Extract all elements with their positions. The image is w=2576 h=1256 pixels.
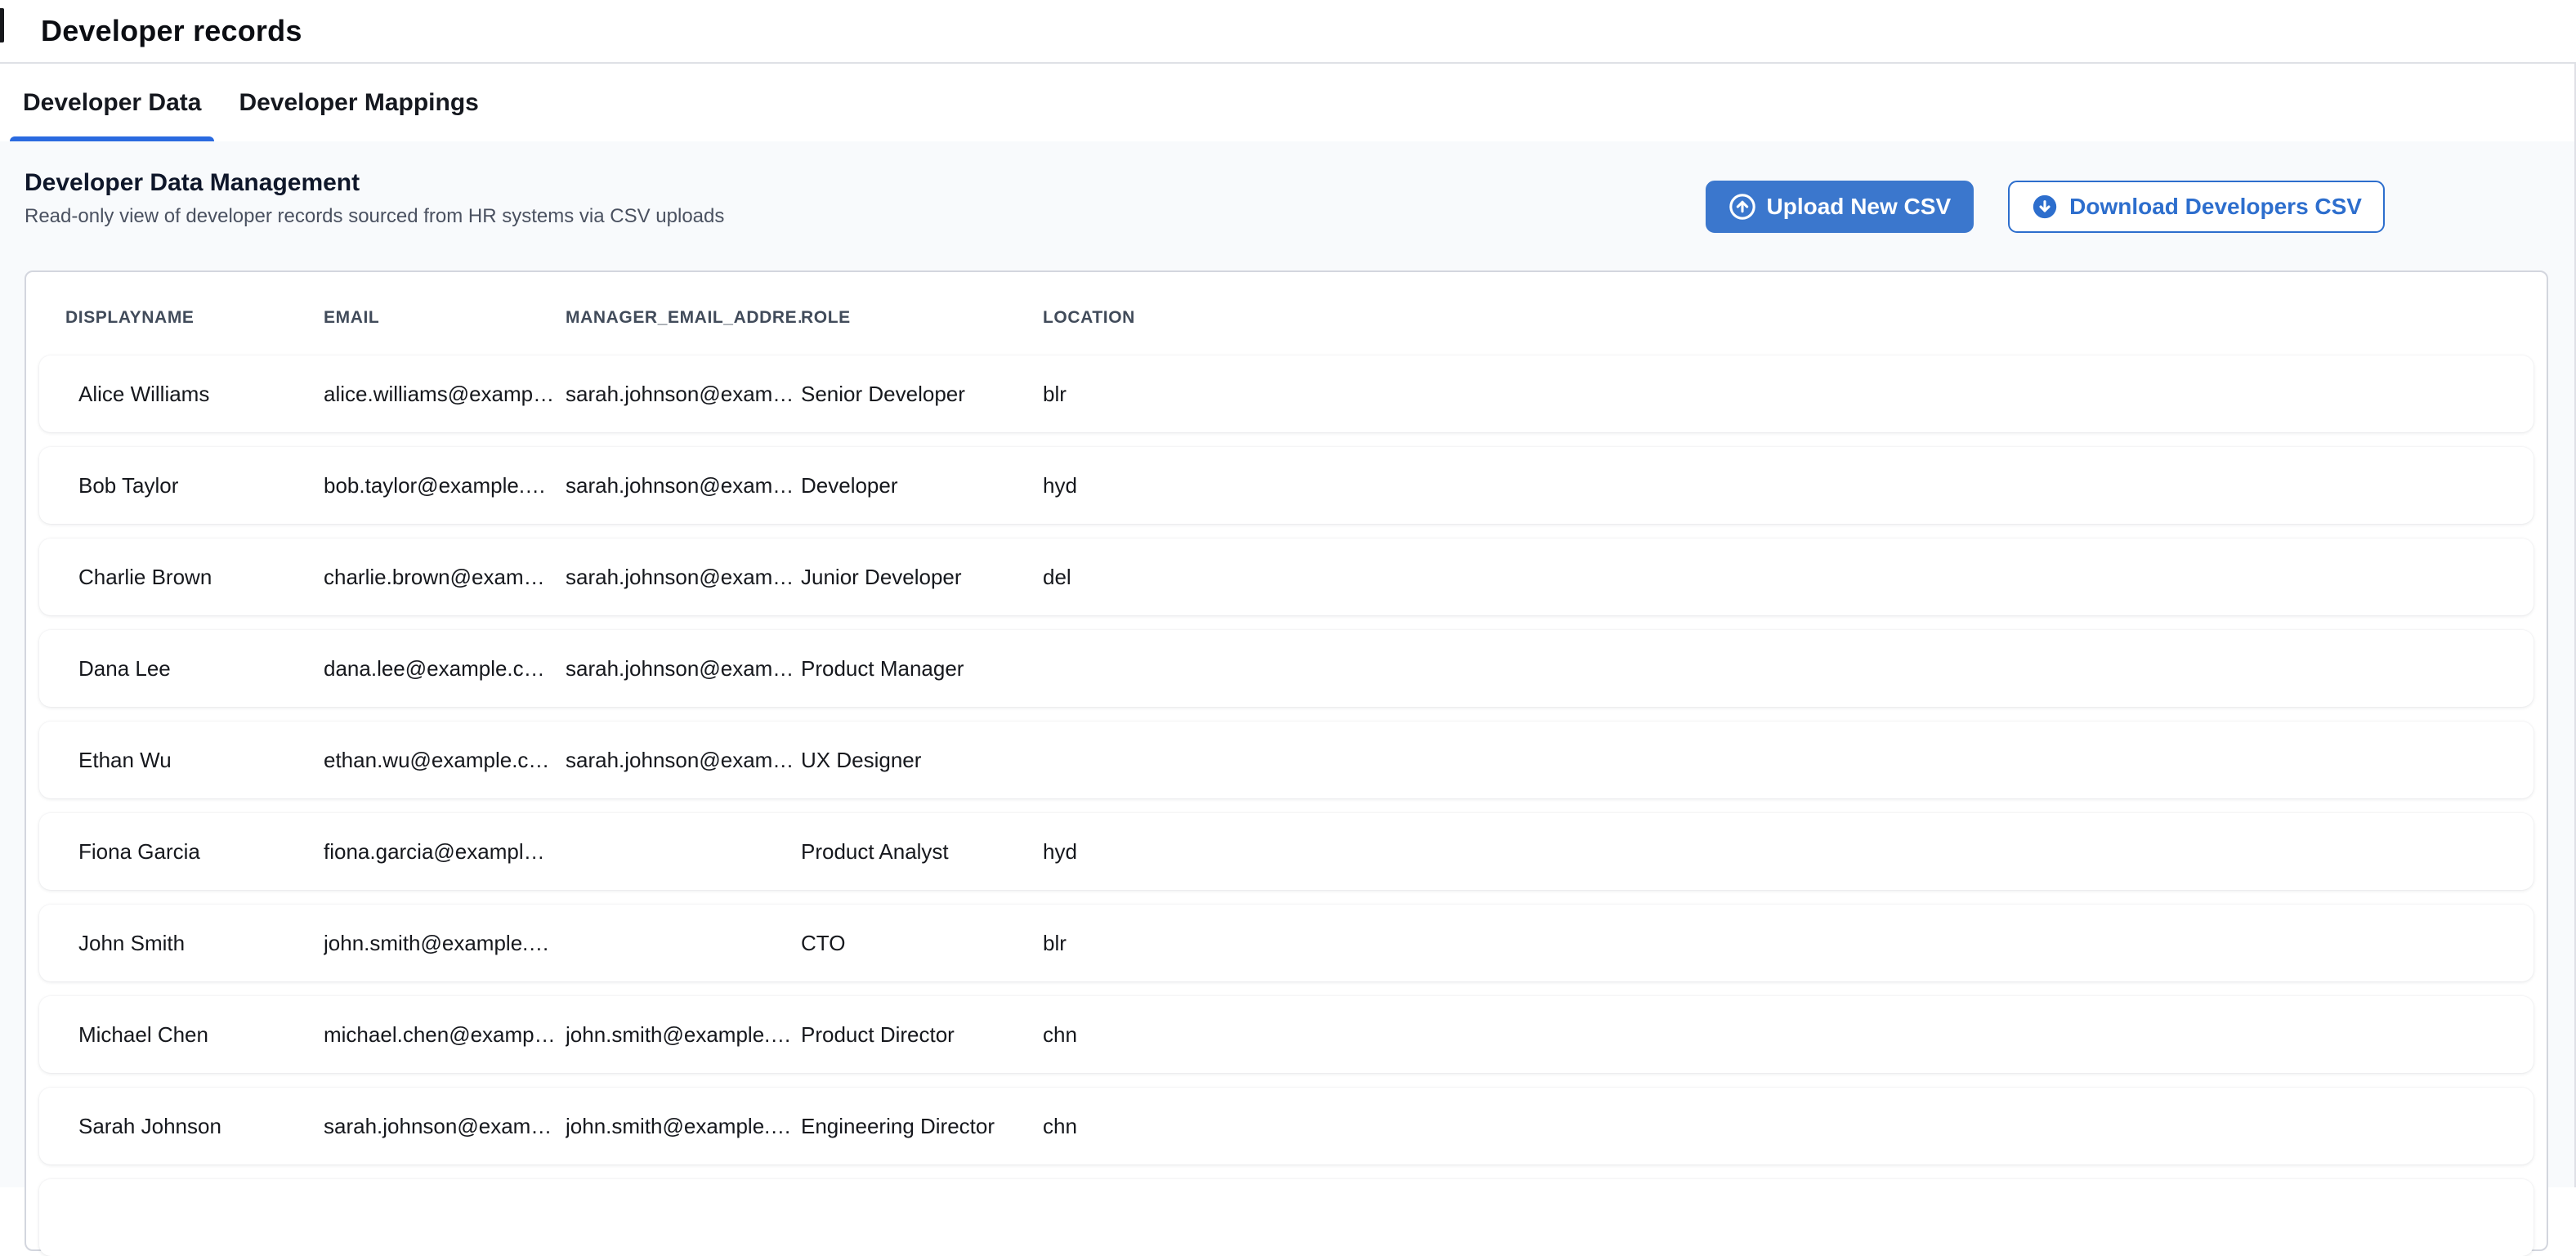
developer-table: DISPLAYNAME EMAIL MANAGER_EMAIL_ADDRE… R…	[25, 270, 2548, 1251]
tab-developer-data-label: Developer Data	[23, 89, 201, 117]
cell-manager-email: sarah.johnson@exam…	[566, 656, 801, 682]
column-header-email: EMAIL	[324, 308, 566, 328]
column-header-manager-email: MANAGER_EMAIL_ADDRE…	[566, 308, 801, 328]
table-row: Ethan Wu ethan.wu@example.c… sarah.johns…	[39, 722, 2534, 798]
column-header-displayname: DISPLAYNAME	[65, 308, 324, 328]
cell-displayname: Charlie Brown	[78, 565, 324, 590]
table-row-partial	[39, 1179, 2534, 1256]
upload-csv-label: Upload New CSV	[1767, 194, 1952, 220]
table-row: Alice Williams alice.williams@examp… sar…	[39, 355, 2534, 432]
left-edge-artifact	[0, 8, 4, 42]
cell-location: blr	[1043, 931, 2494, 956]
cell-manager-email: sarah.johnson@exam…	[566, 748, 801, 773]
cell-displayname: Michael Chen	[78, 1022, 324, 1048]
table-row: Dana Lee dana.lee@example.c… sarah.johns…	[39, 630, 2534, 707]
cell-displayname: Bob Taylor	[78, 473, 324, 498]
table-row: Charlie Brown charlie.brown@exam… sarah.…	[39, 539, 2534, 615]
cell-role: Product Director	[801, 1022, 1043, 1048]
column-header-location: LOCATION	[1043, 308, 2507, 328]
cell-location: hyd	[1043, 839, 2494, 865]
table-row: Sarah Johnson sarah.johnson@exam… john.s…	[39, 1088, 2534, 1164]
upload-csv-button[interactable]: Upload New CSV	[1706, 181, 1974, 233]
cell-manager-email: john.smith@example.…	[566, 1114, 801, 1139]
cell-role: UX Designer	[801, 748, 1043, 773]
cell-location: del	[1043, 565, 2494, 590]
cell-email: fiona.garcia@exampl…	[324, 839, 566, 865]
column-header-role: ROLE	[801, 308, 1043, 328]
section-header-text: Developer Data Management Read-only view…	[25, 169, 724, 228]
page-header: Developer records	[0, 0, 2576, 64]
cell-displayname: John Smith	[78, 931, 324, 956]
section-subtitle: Read-only view of developer records sour…	[25, 205, 724, 228]
cell-email: sarah.johnson@exam…	[324, 1114, 566, 1139]
table-row: Fiona Garcia fiona.garcia@exampl… Produc…	[39, 813, 2534, 890]
cell-role: Junior Developer	[801, 565, 1043, 590]
cell-manager-email: sarah.johnson@exam…	[566, 382, 801, 407]
cell-email: michael.chen@examp…	[324, 1022, 566, 1048]
cell-manager-email: sarah.johnson@exam…	[566, 565, 801, 590]
cell-location: hyd	[1043, 473, 2494, 498]
cell-role: CTO	[801, 931, 1043, 956]
table-row: Michael Chen michael.chen@examp… john.sm…	[39, 996, 2534, 1073]
circle-arrow-down-icon	[2031, 193, 2059, 221]
tab-bar: Developer Data Developer Mappings	[0, 64, 2576, 141]
cell-role: Developer	[801, 473, 1043, 498]
tab-developer-mappings[interactable]: Developer Mappings	[226, 64, 491, 141]
download-csv-label: Download Developers CSV	[2069, 194, 2362, 220]
csv-actions: Upload New CSV Download Developers CSV	[1706, 181, 2385, 233]
cell-displayname: Ethan Wu	[78, 748, 324, 773]
cell-email: bob.taylor@example.…	[324, 473, 566, 498]
cell-email: charlie.brown@exam…	[324, 565, 566, 590]
download-csv-button[interactable]: Download Developers CSV	[2008, 181, 2385, 233]
developer-data-panel: Developer Data Management Read-only view…	[0, 141, 2576, 1187]
cell-displayname: Dana Lee	[78, 656, 324, 682]
cell-displayname: Sarah Johnson	[78, 1114, 324, 1139]
cell-displayname: Alice Williams	[78, 382, 324, 407]
cell-role: Engineering Director	[801, 1114, 1043, 1139]
cell-location: chn	[1043, 1114, 2494, 1139]
section-header: Developer Data Management Read-only view…	[25, 169, 2385, 233]
tab-developer-data[interactable]: Developer Data	[10, 64, 214, 141]
cell-email: dana.lee@example.c…	[324, 656, 566, 682]
cell-location: blr	[1043, 382, 2494, 407]
cell-email: john.smith@example.…	[324, 931, 566, 956]
cell-manager-email: john.smith@example.…	[566, 1022, 801, 1048]
page-title: Developer records	[41, 14, 302, 48]
cell-role: Product Analyst	[801, 839, 1043, 865]
section-title: Developer Data Management	[25, 169, 724, 197]
table-header-row: DISPLAYNAME EMAIL MANAGER_EMAIL_ADDRE… R…	[26, 272, 2547, 355]
cell-displayname: Fiona Garcia	[78, 839, 324, 865]
cell-location: chn	[1043, 1022, 2494, 1048]
cell-manager-email: sarah.johnson@exam…	[566, 473, 801, 498]
table-row: Bob Taylor bob.taylor@example.… sarah.jo…	[39, 447, 2534, 524]
circle-arrow-up-icon	[1729, 193, 1756, 221]
cell-email: alice.williams@examp…	[324, 382, 566, 407]
cell-role: Product Manager	[801, 656, 1043, 682]
table-row: John Smith john.smith@example.… CTO blr	[39, 905, 2534, 981]
cell-role: Senior Developer	[801, 382, 1043, 407]
cell-email: ethan.wu@example.c…	[324, 748, 566, 773]
tab-developer-mappings-label: Developer Mappings	[239, 89, 478, 117]
